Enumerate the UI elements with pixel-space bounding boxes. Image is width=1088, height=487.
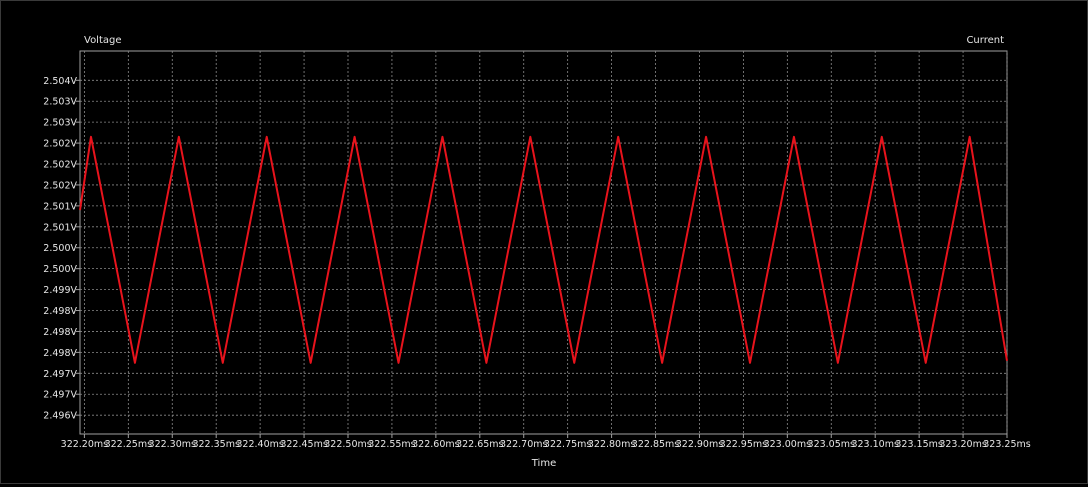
y-tick-label: 2.498V [43, 306, 77, 317]
x-tick-label: 322.70ms [500, 439, 547, 450]
x-tick-label: 322.55ms [368, 439, 415, 450]
chart-window: 2.504V 2.503V 2.503V 2.502V 2.502V 2.502V 2.50… [0, 0, 1088, 484]
y-tick-label: 2.504V [43, 76, 77, 87]
x-tick-label: 323.20ms [939, 439, 986, 450]
x-tick-label: 322.60ms [412, 439, 459, 450]
x-tick-label: 322.90ms [676, 439, 723, 450]
y-tick-label: 2.500V [43, 243, 77, 254]
y-tick-label: 2.503V [43, 97, 77, 108]
y-axis-ticks: 2.504V 2.503V 2.503V 2.502V 2.502V 2.502V 2.50… [43, 76, 80, 422]
x-tick-label: 322.50ms [324, 439, 371, 450]
x-tick-label: 323.00ms [764, 439, 811, 450]
y-tick-label: 2.498V [43, 348, 77, 359]
x-tick-label: 322.45ms [280, 439, 327, 450]
y-tick-label: 2.502V [43, 139, 77, 150]
y-tick-label: 2.501V [43, 201, 77, 212]
x-tick-label: 322.30ms [149, 439, 196, 450]
x-tick-label: 322.75ms [544, 439, 591, 450]
plot-area [79, 50, 1008, 435]
y-tick-label: 2.496V [43, 411, 77, 422]
y-tick-label: 2.499V [43, 285, 77, 296]
x-tick-label: 323.25ms [983, 439, 1030, 450]
voltage-time-chart: 2.504V 2.503V 2.503V 2.502V 2.502V 2.502V 2.50… [43, 35, 1031, 469]
y-tick-label: 2.497V [43, 390, 77, 401]
x-tick-label: 322.95ms [720, 439, 767, 450]
y-axis-label-left: Voltage [84, 35, 122, 46]
x-tick-label: 322.25ms [105, 439, 152, 450]
x-axis-ticks: 322.20ms322.25ms322.30ms322.35ms322.40ms… [61, 434, 1031, 450]
x-tick-label: 322.80ms [588, 439, 635, 450]
y-axis-label-right: Current [966, 35, 1004, 46]
x-tick-label: 322.85ms [632, 439, 679, 450]
y-tick-label: 2.502V [43, 180, 77, 191]
x-tick-label: 322.35ms [192, 439, 239, 450]
x-tick-label: 323.15ms [895, 439, 942, 450]
x-tick-label: 323.10ms [851, 439, 898, 450]
x-axis-label: Time [531, 458, 556, 469]
x-tick-label: 322.65ms [456, 439, 503, 450]
y-tick-label: 2.502V [43, 160, 77, 171]
y-tick-label: 2.500V [43, 264, 77, 275]
y-tick-label: 2.497V [43, 369, 77, 380]
y-tick-label: 2.498V [43, 327, 77, 338]
y-tick-label: 2.503V [43, 118, 77, 129]
x-tick-label: 322.40ms [236, 439, 283, 450]
x-tick-label: 323.05ms [808, 439, 855, 450]
y-tick-label: 2.501V [43, 222, 77, 233]
x-tick-label: 322.20ms [61, 439, 108, 450]
